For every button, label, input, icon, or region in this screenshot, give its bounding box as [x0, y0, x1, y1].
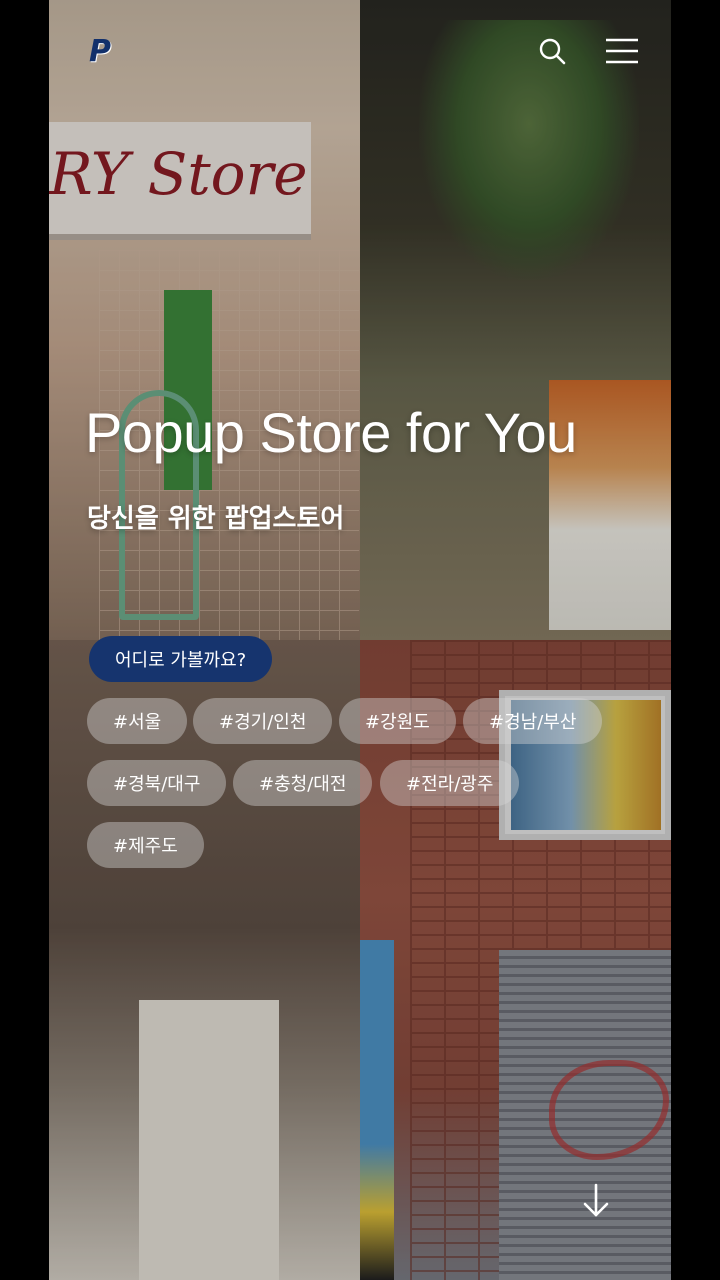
region-tag-gyeonggi-incheon[interactable]: #경기/인천 [193, 698, 333, 744]
region-tag-gangwon[interactable]: #강원도 [339, 698, 456, 744]
hero-title: Popup Store for You [85, 401, 577, 464]
menu-button[interactable] [605, 34, 639, 68]
where-to-go-button[interactable]: 어디로 가볼까요? [89, 636, 273, 682]
arrow-down-icon [583, 1183, 609, 1217]
region-tag-seoul[interactable]: #서울 [87, 698, 188, 744]
hamburger-menu-icon [606, 38, 638, 64]
region-tag-gyeongbuk-daegu[interactable]: #경북/대구 [87, 760, 227, 806]
region-tag-jeolla-gwangju[interactable]: #전라/광주 [380, 760, 520, 806]
app-screen: RY Store P Popup Store for You 당신을 위한 팝업… [49, 0, 671, 1280]
region-tag-gyeongnam-busan[interactable]: #경남/부산 [463, 698, 603, 744]
region-tag-jeju[interactable]: #제주도 [87, 822, 204, 868]
search-button[interactable] [535, 34, 569, 68]
hero-subtitle: 당신을 위한 팝업스토어 [87, 504, 345, 534]
region-tag-chungcheong-daejeon[interactable]: #충청/대전 [233, 760, 373, 806]
brand-logo[interactable]: P [89, 34, 111, 69]
scroll-down-button[interactable] [579, 1182, 613, 1220]
search-icon [539, 38, 566, 65]
